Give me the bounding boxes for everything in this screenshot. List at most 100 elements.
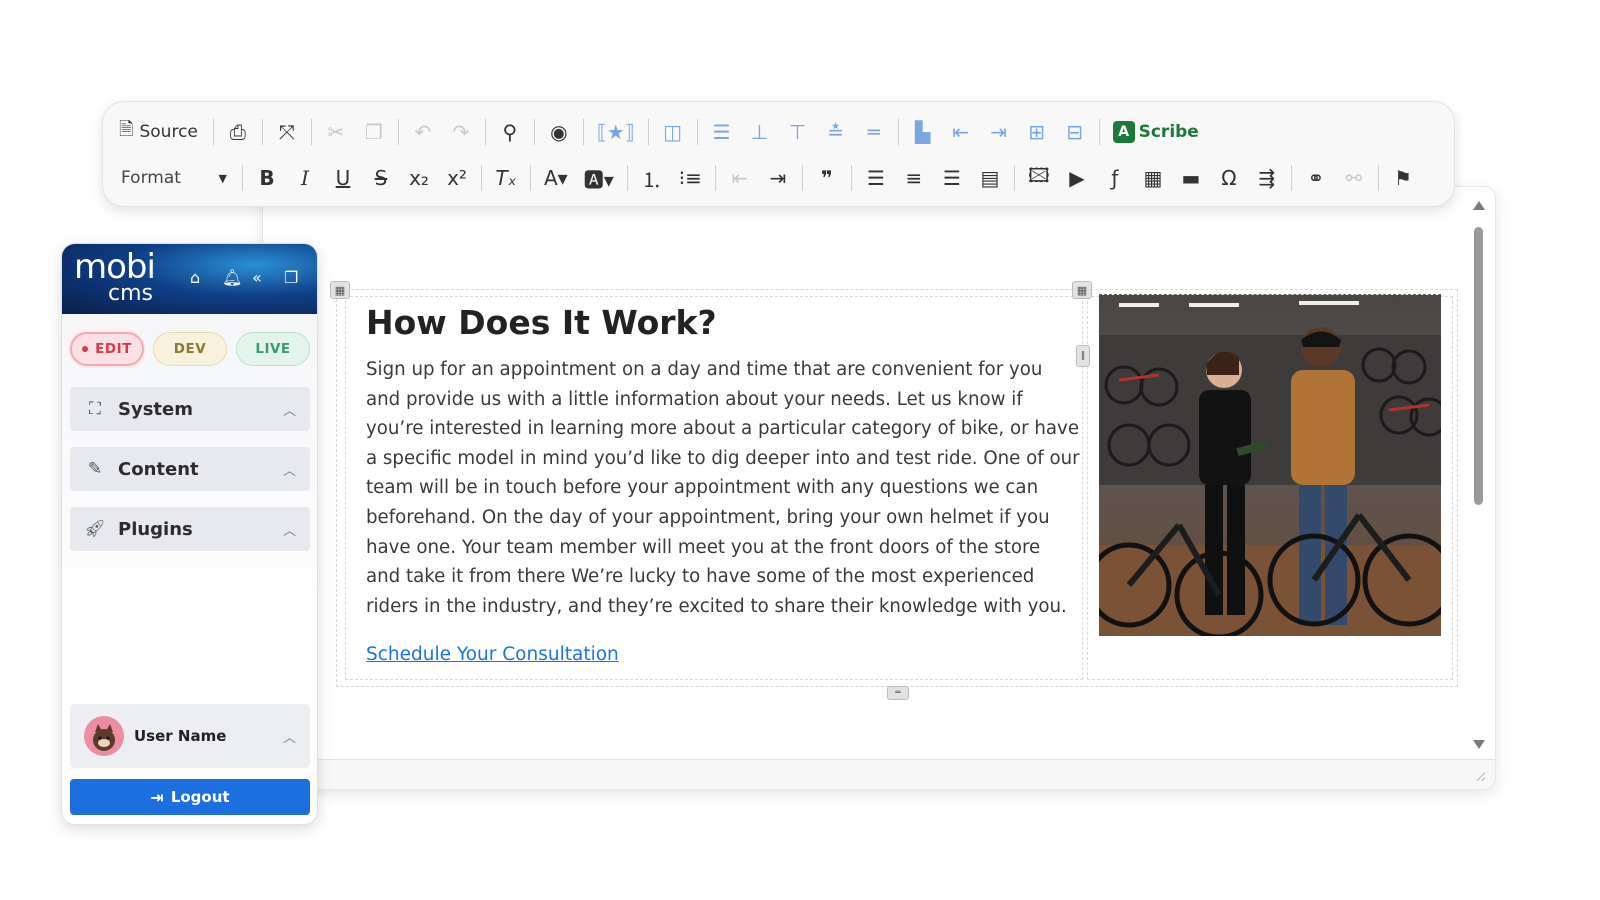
link-icon[interactable]: ⚭ xyxy=(1299,161,1333,195)
scribe-button[interactable]: A Scribe xyxy=(1107,115,1205,149)
page-break-icon[interactable]: ⇶ xyxy=(1250,161,1284,195)
move-right-icon[interactable]: ⇥ xyxy=(982,115,1016,149)
superscript-icon[interactable]: x² xyxy=(440,161,474,195)
toolbar-separator xyxy=(582,119,584,145)
scribe-label: Scribe xyxy=(1138,122,1199,142)
unlink-icon[interactable]: ⚯ xyxy=(1337,161,1371,195)
avatar xyxy=(84,716,124,756)
env-edit-button[interactable]: EDIT xyxy=(70,332,144,366)
column-drag-handle-icon[interactable]: ▦ xyxy=(1072,281,1092,299)
video-icon[interactable]: ▶ xyxy=(1060,161,1094,195)
outdent-icon[interactable]: ⇤ xyxy=(723,161,757,195)
source-label: Source xyxy=(139,122,198,142)
home-icon[interactable]: ⌂ xyxy=(190,268,200,287)
format-dropdown[interactable]: Format ▼ xyxy=(113,161,233,195)
undo-icon[interactable]: ↶ xyxy=(406,115,440,149)
env-dev-button[interactable]: DEV xyxy=(153,332,227,366)
toolbar-separator xyxy=(647,119,649,145)
insert-widget-icon[interactable]: ⟦★⟧ xyxy=(591,115,641,149)
resize-grip-icon[interactable] xyxy=(1475,771,1485,781)
content-row[interactable]: How Does It Work? Sign up for an appoint… xyxy=(330,281,1458,700)
row-resize-handle-icon[interactable]: ═ xyxy=(887,686,909,700)
logout-icon: ⇥ xyxy=(150,787,164,807)
environment-switcher: EDIT DEV LIVE xyxy=(70,332,310,368)
align-bottom-icon[interactable]: ⊥ xyxy=(743,115,777,149)
sidebar-section-label: System xyxy=(118,398,193,420)
block-template-icon[interactable]: ▙ xyxy=(906,115,940,149)
toolbar-separator xyxy=(212,119,214,145)
toolbar-separator xyxy=(897,119,899,145)
windows-icon[interactable]: ❐ xyxy=(284,268,298,287)
bulleted-list-icon[interactable]: ⁝≡ xyxy=(673,161,708,195)
accessibility-icon[interactable]: ◉ xyxy=(542,115,576,149)
justify-icon[interactable]: ▤ xyxy=(973,161,1007,195)
find-icon[interactable]: ⚲ xyxy=(493,115,527,149)
toolbar-separator xyxy=(310,119,312,145)
scribe-logo-icon: A xyxy=(1112,121,1135,143)
redo-icon[interactable]: ↷ xyxy=(444,115,478,149)
content-column-text[interactable]: How Does It Work? Sign up for an appoint… xyxy=(345,296,1083,680)
row-drag-handle-icon[interactable]: ▦ xyxy=(330,281,350,299)
schedule-consultation-link[interactable]: Schedule Your Consultation xyxy=(366,644,619,665)
form-icon[interactable]: ƒ xyxy=(1098,161,1132,195)
horizontal-rule-icon[interactable]: ▬ xyxy=(1174,161,1208,195)
table-icon[interactable]: ▦ xyxy=(1136,161,1170,195)
image-icon[interactable]: 🖾 xyxy=(1022,161,1056,195)
toolbar-separator xyxy=(484,119,486,145)
move-left-icon[interactable]: ⇤ xyxy=(944,115,978,149)
special-character-icon[interactable]: Ω xyxy=(1212,161,1246,195)
content-column-image[interactable] xyxy=(1087,294,1453,680)
anchor-flag-icon[interactable]: ⚑ xyxy=(1386,161,1420,195)
add-block-icon[interactable]: ⊞ xyxy=(1020,115,1054,149)
print-icon[interactable]: ⎙ xyxy=(221,115,255,149)
maximize-icon[interactable]: ⤧ xyxy=(270,115,304,149)
logout-button[interactable]: ⇥ Logout xyxy=(70,779,310,815)
bell-icon[interactable]: 🔔︎ xyxy=(222,268,242,287)
toolbar-separator xyxy=(1290,165,1292,191)
sidebar-section-system[interactable]: ⛶ System ︿ xyxy=(70,387,310,431)
user-menu[interactable]: User Name ︿ xyxy=(70,704,310,768)
toolbar-row-2: Format ▼ B I U S x₂ x² Tₓ A▾ 🅰▾ ⒈ ⁝≡ ⇤ ⇥… xyxy=(113,158,1444,198)
scroll-up-arrow-icon[interactable] xyxy=(1473,201,1485,210)
sidebar-section-content[interactable]: ✎ Content ︿ xyxy=(70,447,310,491)
align-center-icon[interactable]: ≡ xyxy=(897,161,931,195)
align-right-icon[interactable]: ☰ xyxy=(935,161,969,195)
layout-icon[interactable]: ◫ xyxy=(656,115,690,149)
content-paragraph[interactable]: Sign up for an appointment on a day and … xyxy=(366,355,1080,621)
sidebar-section-plugins[interactable]: 🚀︎ Plugins ︿ xyxy=(70,507,310,551)
background-color-icon[interactable]: 🅰▾ xyxy=(578,161,620,195)
sidebar-section-label: Content xyxy=(118,458,199,480)
underline-icon[interactable]: U xyxy=(326,161,360,195)
rocket-icon: 🚀︎ xyxy=(84,519,106,539)
copy-icon[interactable]: ❐ xyxy=(357,115,391,149)
source-button[interactable]: 🗎 Source xyxy=(115,115,206,149)
editor-scrollbar[interactable] xyxy=(1471,199,1487,751)
content-heading[interactable]: How Does It Work? xyxy=(366,303,717,342)
sitemap-icon: ⛶ xyxy=(89,399,101,419)
toolbar-separator xyxy=(481,165,482,191)
toolbar-separator xyxy=(714,165,716,191)
column-resize-handle-icon[interactable]: ‖ xyxy=(1076,345,1090,367)
bold-icon[interactable]: B xyxy=(250,161,284,195)
indent-icon[interactable]: ⇥ xyxy=(761,161,795,195)
bike-shop-photo[interactable] xyxy=(1099,294,1441,636)
italic-icon[interactable]: I xyxy=(288,161,322,195)
env-live-button[interactable]: LIVE xyxy=(236,332,310,366)
align-left-icon[interactable]: ☰ xyxy=(859,161,893,195)
clear-formatting-icon[interactable]: Tₓ xyxy=(489,161,523,195)
scroll-down-arrow-icon[interactable] xyxy=(1473,740,1485,749)
blockquote-icon[interactable]: ❞ xyxy=(810,161,844,195)
collapse-icon[interactable]: « xyxy=(252,268,262,287)
strikethrough-icon[interactable]: S xyxy=(364,161,398,195)
scroll-thumb[interactable] xyxy=(1474,227,1483,505)
cut-icon[interactable]: ✂ xyxy=(319,115,353,149)
remove-block-icon[interactable]: ⊟ xyxy=(1058,115,1092,149)
toolbar-separator xyxy=(533,119,535,145)
align-middle-icon[interactable]: ≛ xyxy=(819,115,853,149)
numbered-list-icon[interactable]: ⒈ xyxy=(635,161,669,195)
text-color-icon[interactable]: A▾ xyxy=(538,161,574,195)
subscript-icon[interactable]: x₂ xyxy=(402,161,436,195)
row-spacing-icon[interactable]: ═ xyxy=(857,115,891,149)
align-top-icon[interactable]: ⊤ xyxy=(781,115,815,149)
row-align-icon[interactable]: ☰ xyxy=(705,115,739,149)
